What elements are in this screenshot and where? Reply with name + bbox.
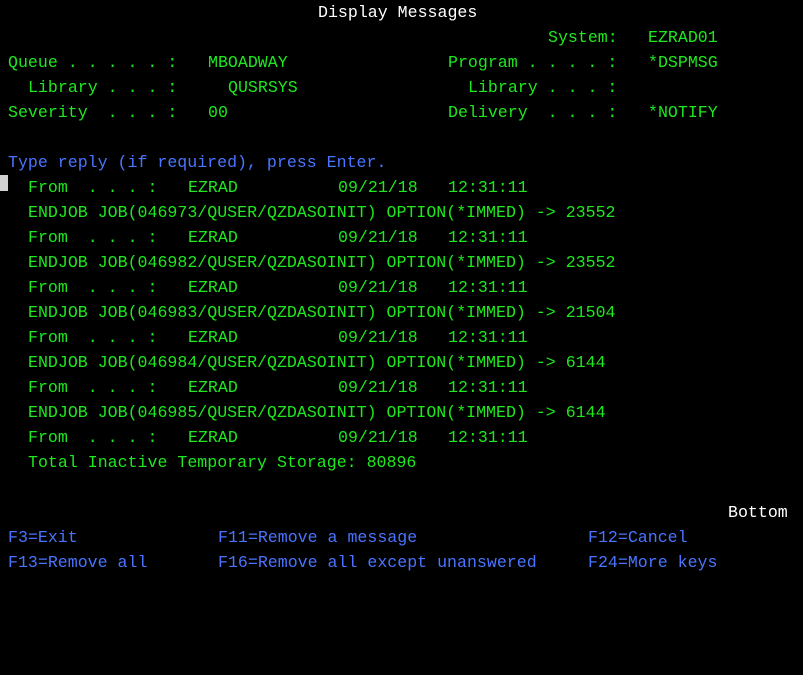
message-date: 09/21/18 xyxy=(338,428,418,447)
severity-row: Severity . . . : 00 Delivery . . . : *NO… xyxy=(0,100,803,125)
queue-value: MBOADWAY xyxy=(208,53,288,72)
message-from-row: From . . . : EZRAD 09/21/18 12:31:11 xyxy=(0,425,803,450)
message-text-row: ENDJOB JOB(046985/QUSER/QZDASOINIT) OPTI… xyxy=(0,400,803,425)
system-row: System: EZRAD01 xyxy=(0,25,803,50)
queue-library-label: Library . . . : xyxy=(28,78,178,97)
message-date: 09/21/18 xyxy=(338,328,418,347)
scroll-indicator: Bottom xyxy=(728,503,788,522)
from-label: From . . . : xyxy=(28,228,158,247)
library-row: Library . . . : QUSRSYS Library . . . : xyxy=(0,75,803,100)
page-title: Display Messages xyxy=(318,3,478,22)
f13-remove-all-key[interactable]: F13=Remove all xyxy=(8,550,147,575)
message-text[interactable]: ENDJOB JOB(046982/QUSER/QZDASOINIT) OPTI… xyxy=(28,250,616,275)
f12-cancel-key[interactable]: F12=Cancel xyxy=(588,525,688,550)
message-time: 12:31:11 xyxy=(448,328,528,347)
from-label: From . . . : xyxy=(28,278,158,297)
title-row: Display Messages xyxy=(0,0,803,25)
message-from-row: From . . . : EZRAD 09/21/18 12:31:11 xyxy=(0,175,803,200)
program-library-label: Library . . . : xyxy=(468,78,618,97)
f24-more-keys-key[interactable]: F24=More keys xyxy=(588,550,717,575)
terminal-screen: Display Messages System: EZRAD01 Queue .… xyxy=(0,0,803,584)
message-text-row: Total Inactive Temporary Storage: 80896 xyxy=(0,450,803,475)
program-value: *DSPMSG xyxy=(648,53,718,72)
message-text[interactable]: Total Inactive Temporary Storage: 80896 xyxy=(28,450,416,475)
message-date: 09/21/18 xyxy=(338,178,418,197)
system-label: System: xyxy=(548,28,618,47)
f16-remove-except-unanswered-key[interactable]: F16=Remove all except unanswered xyxy=(218,550,537,575)
message-text[interactable]: ENDJOB JOB(046983/QUSER/QZDASOINIT) OPTI… xyxy=(28,300,616,325)
message-text[interactable]: ENDJOB JOB(046985/QUSER/QZDASOINIT) OPTI… xyxy=(28,400,606,425)
message-date: 09/21/18 xyxy=(338,228,418,247)
from-user: EZRAD xyxy=(188,278,238,297)
program-label: Program . . . . : xyxy=(448,53,618,72)
message-time: 12:31:11 xyxy=(448,228,528,247)
queue-label: Queue . . . . . : xyxy=(8,53,178,72)
from-user: EZRAD xyxy=(188,178,238,197)
severity-value: 00 xyxy=(208,103,228,122)
message-text-row: ENDJOB JOB(046973/QUSER/QZDASOINIT) OPTI… xyxy=(0,200,803,225)
from-user: EZRAD xyxy=(188,378,238,397)
message-date: 09/21/18 xyxy=(338,278,418,297)
message-from-row: From . . . : EZRAD 09/21/18 12:31:11 xyxy=(0,325,803,350)
function-keys-row-1: F3=Exit F11=Remove a message F12=Cancel xyxy=(0,525,803,550)
system-value: EZRAD01 xyxy=(648,28,718,47)
queue-library-value: QUSRSYS xyxy=(228,78,298,97)
delivery-value: *NOTIFY xyxy=(648,103,718,122)
from-label: From . . . : xyxy=(28,328,158,347)
message-from-row: From . . . : EZRAD 09/21/18 12:31:11 xyxy=(0,275,803,300)
message-from-row: From . . . : EZRAD 09/21/18 12:31:11 xyxy=(0,375,803,400)
queue-row: Queue . . . . . : MBOADWAY Program . . .… xyxy=(0,50,803,75)
message-text-row: ENDJOB JOB(046983/QUSER/QZDASOINIT) OPTI… xyxy=(0,300,803,325)
message-date: 09/21/18 xyxy=(338,378,418,397)
severity-label: Severity . . . : xyxy=(8,103,178,122)
from-label: From . . . : xyxy=(28,378,158,397)
message-from-row: From . . . : EZRAD 09/21/18 12:31:11 xyxy=(0,225,803,250)
from-user: EZRAD xyxy=(188,428,238,447)
from-user: EZRAD xyxy=(188,228,238,247)
from-label: From . . . : xyxy=(28,428,158,447)
delivery-label: Delivery . . . : xyxy=(448,103,618,122)
from-user: EZRAD xyxy=(188,328,238,347)
from-label: From . . . : xyxy=(28,178,158,197)
message-text-row: ENDJOB JOB(046984/QUSER/QZDASOINIT) OPTI… xyxy=(0,350,803,375)
f11-remove-message-key[interactable]: F11=Remove a message xyxy=(218,525,417,550)
message-text[interactable]: ENDJOB JOB(046973/QUSER/QZDASOINIT) OPTI… xyxy=(28,200,616,225)
f3-exit-key[interactable]: F3=Exit xyxy=(8,525,78,550)
message-time: 12:31:11 xyxy=(448,378,528,397)
function-keys-row-2: F13=Remove all F16=Remove all except una… xyxy=(0,550,803,575)
instruction-text: Type reply (if required), press Enter. xyxy=(8,153,387,172)
message-time: 12:31:11 xyxy=(448,428,528,447)
message-text[interactable]: ENDJOB JOB(046984/QUSER/QZDASOINIT) OPTI… xyxy=(28,350,606,375)
instruction-row: Type reply (if required), press Enter. xyxy=(0,150,803,175)
message-time: 12:31:11 xyxy=(448,278,528,297)
message-time: 12:31:11 xyxy=(448,178,528,197)
message-text-row: ENDJOB JOB(046982/QUSER/QZDASOINIT) OPTI… xyxy=(0,250,803,275)
scroll-indicator-row: Bottom xyxy=(0,500,803,525)
